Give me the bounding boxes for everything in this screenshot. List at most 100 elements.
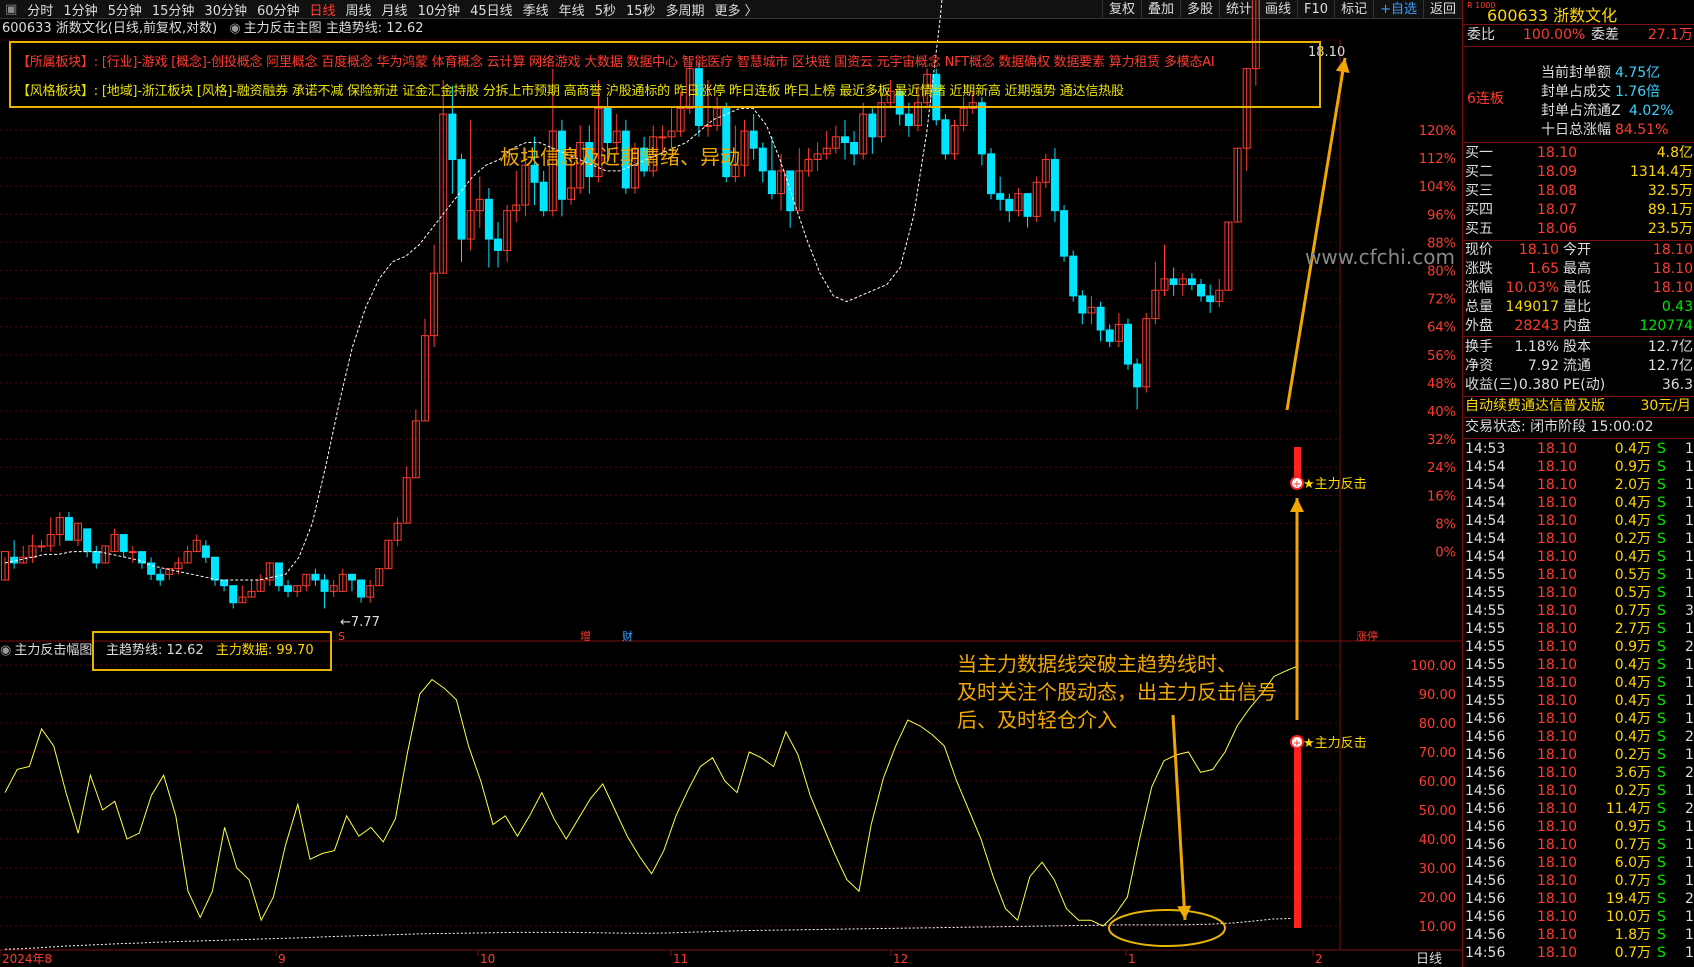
- axis-tick-label: 0%: [1435, 546, 1456, 561]
- stat-label: 今开: [1563, 242, 1591, 258]
- candle-body: [941, 119, 950, 155]
- tick-side: S: [1657, 801, 1666, 817]
- arrow-down-cross-head: [1177, 905, 1192, 920]
- tick-row: 14:56 18.10 0.7万 S 1: [1463, 836, 1694, 854]
- candle-body: [987, 153, 996, 195]
- sep: [1463, 336, 1694, 337]
- event-marker-zeng: 增: [580, 629, 591, 643]
- bid-label: 买二: [1465, 164, 1493, 180]
- fund-row: 收益(三) 0.380 PE(动) 36.3: [1463, 376, 1694, 395]
- candle-body: [274, 562, 283, 587]
- tick-count: 1: [1685, 531, 1694, 547]
- quote-panel: R 1000 600633 浙数文化 委比 100.00% 委差 27.1万 6连板 当前封单…: [1462, 0, 1694, 967]
- tick-row: 14:56 18.10 0.7万 S 1: [1463, 872, 1694, 890]
- candle-body: [284, 585, 293, 592]
- tick-time: 14:56: [1465, 873, 1506, 889]
- tick-volume: 0.9万: [1614, 819, 1651, 835]
- tick-volume: 11.4万: [1605, 801, 1651, 817]
- stat-label: 涨幅: [1465, 280, 1493, 296]
- candle-body: [1005, 198, 1014, 212]
- axis-tick-label: 56%: [1427, 349, 1456, 364]
- tick-row: 14:56 18.10 0.9万 S 1: [1463, 818, 1694, 836]
- axis-tick-label: 8%: [1435, 517, 1456, 532]
- sub-panel-values: 主趋势线: 12.62 主力数据: 99.70: [106, 642, 314, 660]
- candle-body: [210, 556, 219, 581]
- sector-row-belong: 【所属板块】: [行业]-游戏 [概念]-创投概念 阿里概念 百度概念 华为鸿蒙…: [17, 51, 1215, 70]
- tick-row: 14:55 18.10 2.7万 S 14: [1463, 620, 1694, 638]
- tick-volume: 0.7万: [1614, 873, 1651, 889]
- fund-label: 流通: [1563, 358, 1591, 374]
- stat-value: 18.10: [1518, 242, 1559, 258]
- period-label: 日线: [1416, 952, 1442, 967]
- sector-text-style[interactable]: [地域]-浙江板块 [风格]-融资融券 承诺不减 保险新进 证金汇金持股 分拆上…: [102, 84, 1124, 99]
- tick-time: 14:56: [1465, 783, 1506, 799]
- tick-side: S: [1657, 639, 1666, 655]
- annotation-line: 及时关注个股动态，出主力反击信号: [957, 680, 1277, 704]
- tick-volume: 0.4万: [1614, 549, 1651, 565]
- candle-body: [904, 113, 913, 126]
- tick-volume: 0.5万: [1614, 567, 1651, 583]
- tick-time: 14:56: [1465, 855, 1506, 871]
- time-axis-label: 9: [278, 952, 286, 966]
- tick-volume: 19.4万: [1605, 891, 1651, 907]
- fund-value: 7.92: [1527, 358, 1559, 374]
- bid-price: 18.08: [1537, 183, 1578, 199]
- stat-label: 最低: [1563, 280, 1591, 296]
- trade-status: 交易状态: 闭市阶段 15:00:02: [1465, 419, 1654, 435]
- tick-time: 14:56: [1465, 747, 1506, 763]
- fund-label: 净资: [1465, 358, 1493, 374]
- tick-price: 18.10: [1537, 513, 1578, 529]
- tick-time: 14:54: [1465, 513, 1506, 529]
- candle-body: [1050, 159, 1059, 212]
- stat-value: 28243: [1514, 318, 1559, 334]
- time-axis-label: 2024年8: [2, 952, 52, 966]
- tick-side: S: [1657, 747, 1666, 763]
- annotation-line: 后、及时轻仓介入: [957, 708, 1117, 732]
- tick-price: 18.10: [1537, 909, 1578, 925]
- tick-count: 3: [1685, 603, 1694, 619]
- stat-value: 0.43: [1661, 299, 1693, 315]
- candle-body: [1169, 278, 1178, 286]
- stat-row: 涨跌 1.65 最高 18.10: [1463, 260, 1694, 279]
- sub-indicator-dot-icon[interactable]: ◉: [0, 643, 11, 658]
- candle-body: [457, 159, 466, 240]
- stat-label: 现价: [1465, 242, 1493, 258]
- candle-body: [83, 528, 92, 553]
- tick-count: 1: [1685, 819, 1694, 835]
- tick-time: 14:56: [1465, 819, 1506, 835]
- tick-row: 14:54 18.10 0.4万 S 1: [1463, 494, 1694, 512]
- seal-value: 4.02%: [1629, 103, 1674, 119]
- sector-text-belong[interactable]: [行业]-游戏 [概念]-创投概念 阿里概念 百度概念 华为鸿蒙 体育概念 云计…: [102, 55, 1215, 70]
- candle-body: [1023, 193, 1032, 217]
- axis-tick-label: 72%: [1427, 293, 1456, 308]
- signal-candle-mark: [1294, 447, 1301, 477]
- tick-side: S: [1657, 783, 1666, 799]
- tick-time: 14:55: [1465, 657, 1506, 673]
- sector-label-style: 【风格板块】:: [17, 84, 98, 99]
- tick-time: 14:55: [1465, 621, 1506, 637]
- tick-row: 14:56 18.10 1.8万 S 1: [1463, 926, 1694, 944]
- tick-side: S: [1657, 567, 1666, 583]
- stock-code-name[interactable]: 600633 浙数文化: [1487, 2, 1617, 26]
- candle-body: [137, 551, 146, 564]
- candle-body: [1197, 284, 1206, 297]
- candle-body: [128, 551, 137, 554]
- seal-label: 封单占流通Z: [1541, 103, 1621, 119]
- tick-volume: 0.4万: [1614, 729, 1651, 745]
- tick-volume: 0.9万: [1614, 459, 1651, 475]
- tick-side: S: [1657, 945, 1666, 961]
- tick-price: 18.10: [1537, 621, 1578, 637]
- tick-price: 18.10: [1537, 837, 1578, 853]
- bid-price: 18.07: [1537, 202, 1578, 218]
- stock-app: ▣ 分时 1分钟 5分钟 15分钟 30分钟 60分钟 日线 周线 月线 10分钟 45日线 季线 年线…: [0, 0, 1694, 967]
- tick-volume: 0.5万: [1614, 585, 1651, 601]
- tick-count: 1: [1685, 855, 1694, 871]
- tick-side: S: [1657, 765, 1666, 781]
- tick-volume: 10.0万: [1605, 909, 1651, 925]
- time-axis-label: 11: [673, 952, 688, 966]
- stat-value: 18.10: [1652, 261, 1693, 277]
- candle-body: [156, 573, 165, 581]
- tick-volume: 0.4万: [1614, 675, 1651, 691]
- signal-label: ★主力反击: [1303, 477, 1367, 492]
- bid-label: 买五: [1465, 221, 1493, 237]
